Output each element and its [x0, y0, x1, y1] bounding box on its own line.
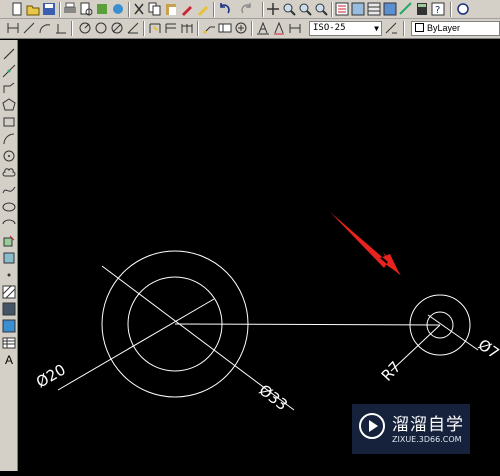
zoom-window-icon[interactable] — [298, 2, 312, 16]
cut-icon[interactable] — [132, 2, 146, 16]
new-icon[interactable] — [10, 2, 24, 16]
pan-icon[interactable] — [266, 2, 280, 16]
polygon-icon[interactable] — [2, 98, 16, 112]
circle-icon[interactable] — [2, 149, 16, 163]
brush-icon[interactable] — [180, 2, 194, 16]
continue-icon[interactable] — [180, 21, 194, 35]
angular-icon[interactable] — [126, 21, 140, 35]
arc-icon[interactable] — [2, 132, 16, 146]
publish-icon[interactable] — [95, 2, 109, 16]
zoom-realtime-icon[interactable] — [282, 2, 296, 16]
tool-palette-icon[interactable] — [367, 2, 381, 16]
calculator-icon[interactable] — [415, 2, 429, 16]
copy-icon[interactable] — [148, 2, 162, 16]
layer-select[interactable]: ByLayer — [411, 21, 500, 36]
rectangle-icon[interactable] — [2, 115, 16, 129]
watermark-brand: 溜溜自学 — [392, 415, 464, 435]
linear-dim-icon[interactable] — [6, 21, 20, 35]
help-icon[interactable]: ? — [431, 2, 445, 16]
paste-icon[interactable] — [164, 2, 178, 16]
color-swatch — [415, 23, 424, 32]
polyline-icon[interactable] — [2, 81, 16, 95]
watermark: 溜溜自学 ZIXUE.3D66.COM — [352, 404, 470, 454]
chevron-down-icon: ▼ — [374, 24, 379, 33]
qleader-icon[interactable] — [202, 21, 216, 35]
arc-length-icon[interactable] — [38, 21, 52, 35]
jogged-icon[interactable] — [94, 21, 108, 35]
make-block-icon[interactable] — [2, 251, 16, 265]
layer-value: ByLayer — [427, 23, 461, 33]
sheet-set-icon[interactable] — [383, 2, 397, 16]
baseline-icon[interactable] — [164, 21, 178, 35]
center-line[interactable] — [174, 323, 441, 326]
ellipse-arc-icon[interactable] — [2, 217, 16, 231]
dim-label-dia33[interactable]: Ø33 — [256, 381, 291, 414]
open-icon[interactable] — [26, 2, 40, 16]
ellipse-icon[interactable] — [2, 200, 16, 214]
hatch-icon[interactable] — [2, 285, 16, 299]
save-icon[interactable] — [42, 2, 56, 16]
print-icon[interactable] — [63, 2, 77, 16]
insert-block-icon[interactable] — [2, 234, 16, 248]
preview-icon[interactable] — [79, 2, 93, 16]
construction-line-icon[interactable] — [2, 64, 16, 78]
dim-leader-dia7[interactable] — [427, 314, 479, 351]
zoom-previous-icon[interactable] — [314, 2, 328, 16]
line-icon[interactable] — [2, 47, 16, 61]
match-icon[interactable] — [196, 2, 210, 16]
radius-icon[interactable] — [78, 21, 92, 35]
update-icon[interactable] — [288, 21, 302, 35]
dim-leader-dia20[interactable] — [57, 298, 215, 391]
center-mark-icon[interactable] — [234, 21, 248, 35]
point-icon[interactable] — [2, 268, 16, 282]
revision-cloud-icon[interactable] — [2, 166, 16, 180]
properties-icon[interactable] — [335, 2, 349, 16]
dim-label-dia7[interactable]: Ø7 — [475, 336, 500, 363]
dimstyle-value: ISO-25 — [313, 23, 346, 33]
dimstyle-manager-icon[interactable] — [384, 21, 398, 35]
dimension-toolbar: ISO-25 ▼ ByLayer — [0, 19, 500, 39]
ordinate-icon[interactable] — [54, 21, 68, 35]
aligned-dim-icon[interactable] — [22, 21, 36, 35]
dim-leader-r7[interactable] — [390, 324, 441, 372]
standard-toolbar: ? — [0, 0, 500, 19]
diameter-icon[interactable] — [110, 21, 124, 35]
draw-toolbar: A — [0, 40, 18, 471]
watermark-url: ZIXUE.3D66.COM — [392, 435, 462, 444]
dimstyle-select[interactable]: ISO-25 ▼ — [309, 21, 382, 36]
svg-text:?: ? — [435, 5, 440, 16]
extra-icon[interactable] — [456, 2, 470, 16]
gradient-icon[interactable] — [2, 302, 16, 316]
plot-icon[interactable] — [111, 2, 125, 16]
dimedit-icon[interactable] — [256, 21, 270, 35]
table-icon[interactable] — [2, 336, 16, 350]
markup-icon[interactable] — [399, 2, 413, 16]
mtext-icon[interactable]: A — [2, 353, 16, 367]
spline-icon[interactable] — [2, 183, 16, 197]
region-icon[interactable] — [2, 319, 16, 333]
quick-dim-icon[interactable] — [148, 21, 162, 35]
dimtedit-icon[interactable] — [272, 21, 286, 35]
tolerance-icon[interactable] — [218, 21, 232, 35]
undo-icon[interactable] — [217, 2, 231, 16]
redo-icon[interactable] — [240, 2, 254, 16]
play-logo-icon — [359, 413, 385, 439]
design-center-icon[interactable] — [351, 2, 365, 16]
